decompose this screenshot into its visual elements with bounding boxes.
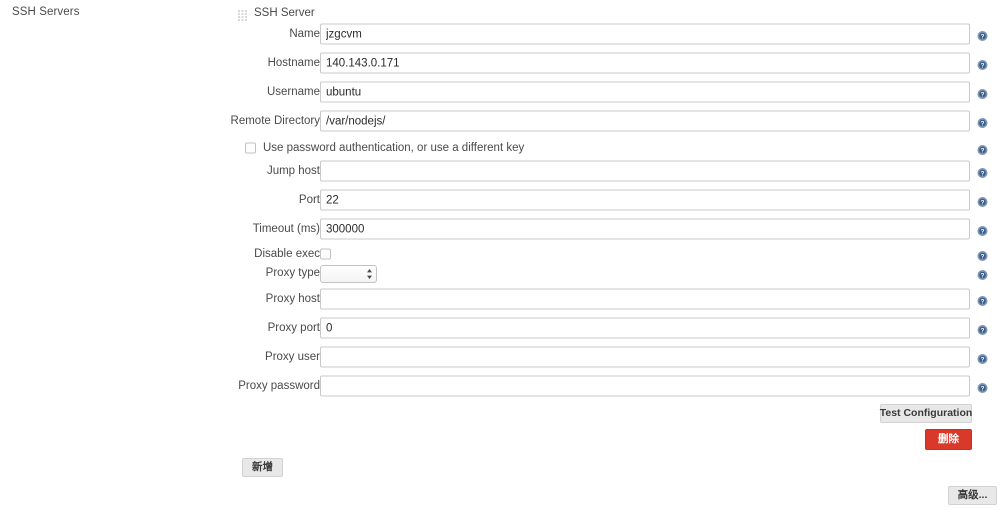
hostname-label: Hostname — [267, 57, 320, 69]
name-label: Name — [289, 28, 320, 40]
proxy-password-row: Proxy password? — [235, 374, 1000, 398]
username-label: Username — [266, 86, 320, 98]
help-info-icon[interactable]: ? — [977, 294, 988, 306]
username-row: Username? — [235, 80, 1000, 104]
proxy-host-input[interactable] — [320, 288, 970, 310]
jump-host-input[interactable] — [320, 160, 970, 182]
help-info-icon[interactable]: ? — [977, 224, 988, 236]
help-info-icon[interactable]: ? — [977, 29, 988, 41]
timeout-ms-row: Timeout (ms)? — [235, 217, 1000, 241]
proxy-user-row: Proxy user? — [235, 345, 1000, 369]
help-info-icon[interactable]: ? — [977, 166, 988, 178]
remote-directory-input[interactable] — [320, 110, 970, 132]
help-info-icon[interactable]: ? — [977, 58, 988, 70]
hostname-input[interactable] — [320, 52, 970, 74]
remote-directory-label: Remote Directory — [230, 115, 320, 127]
name-input[interactable] — [320, 23, 970, 45]
proxy-type-row: Proxy type ? — [235, 264, 1000, 283]
advanced-button[interactable]: 高级... — [948, 486, 997, 505]
use-password-auth-checkbox[interactable] — [245, 142, 256, 154]
svg-text:?: ? — [981, 120, 985, 127]
svg-text:?: ? — [981, 272, 985, 279]
proxy-password-label: Proxy password — [238, 380, 320, 392]
jump-host-row: Jump host? — [235, 159, 1000, 183]
port-label: Port — [298, 194, 320, 206]
svg-text:?: ? — [981, 356, 985, 363]
proxy-password-input[interactable] — [320, 375, 970, 397]
svg-text:?: ? — [981, 385, 985, 392]
svg-text:?: ? — [981, 228, 985, 235]
timeout-ms-label: Timeout (ms) — [252, 223, 320, 235]
help-info-icon[interactable]: ? — [977, 195, 988, 207]
ssh-server-panel: SSH Server Name?Hostname?Username?Remote… — [231, 0, 1000, 516]
svg-text:?: ? — [981, 253, 985, 260]
help-info-icon[interactable]: ? — [977, 87, 988, 99]
help-info-icon[interactable]: ? — [977, 323, 988, 335]
proxy-host-label: Proxy host — [265, 293, 320, 305]
port-row: Port? — [235, 188, 1000, 212]
password-auth-row: Use password authentication, or use a di… — [235, 139, 1000, 157]
svg-text:?: ? — [981, 33, 985, 40]
proxy-user-label: Proxy user — [265, 351, 320, 363]
hostname-row: Hostname? — [235, 51, 1000, 75]
panel-title: SSH Server — [254, 7, 315, 19]
proxy-user-input[interactable] — [320, 346, 970, 368]
remote-directory-row: Remote Directory? — [231, 109, 1000, 133]
svg-text:?: ? — [981, 199, 985, 206]
delete-button[interactable]: 删除 — [925, 429, 972, 450]
svg-text:?: ? — [981, 62, 985, 69]
proxy-host-row: Proxy host? — [235, 287, 1000, 311]
disable-exec-row: Disable exec ? — [235, 245, 1000, 263]
drag-grip-icon[interactable] — [238, 8, 247, 21]
help-info-icon[interactable]: ? — [977, 143, 988, 155]
help-info-icon[interactable]: ? — [977, 381, 988, 393]
help-info-icon[interactable]: ? — [977, 352, 988, 364]
port-input[interactable] — [320, 189, 970, 211]
help-info-icon[interactable]: ? — [977, 249, 988, 261]
timeout-ms-input[interactable] — [320, 218, 970, 240]
help-info-icon[interactable]: ? — [977, 116, 988, 128]
proxy-port-label: Proxy port — [267, 322, 320, 334]
proxy-port-row: Proxy port? — [235, 316, 1000, 340]
svg-text:?: ? — [981, 147, 985, 154]
sidebar-title-ssh-servers[interactable]: SSH Servers — [12, 6, 80, 18]
svg-text:?: ? — [981, 327, 985, 334]
jump-host-label: Jump host — [266, 165, 320, 177]
proxy-port-input[interactable] — [320, 317, 970, 339]
disable-exec-label: Disable exec — [254, 248, 320, 260]
proxy-type-select-wrap — [320, 264, 377, 283]
svg-text:?: ? — [981, 170, 985, 177]
proxy-type-label: Proxy type — [265, 267, 320, 279]
disable-exec-checkbox[interactable] — [320, 248, 331, 260]
add-button[interactable]: 新增 — [242, 458, 283, 477]
name-row: Name? — [235, 22, 1000, 46]
help-info-icon[interactable]: ? — [977, 268, 988, 280]
svg-text:?: ? — [981, 298, 985, 305]
use-password-auth-label: Use password authentication, or use a di… — [263, 142, 525, 154]
sidebar: SSH Servers — [0, 0, 235, 516]
test-configuration-button[interactable]: Test Configuration — [880, 404, 972, 423]
proxy-type-select[interactable] — [320, 265, 377, 283]
username-input[interactable] — [320, 81, 970, 103]
panel-header: SSH Server — [238, 5, 315, 21]
svg-text:?: ? — [981, 91, 985, 98]
